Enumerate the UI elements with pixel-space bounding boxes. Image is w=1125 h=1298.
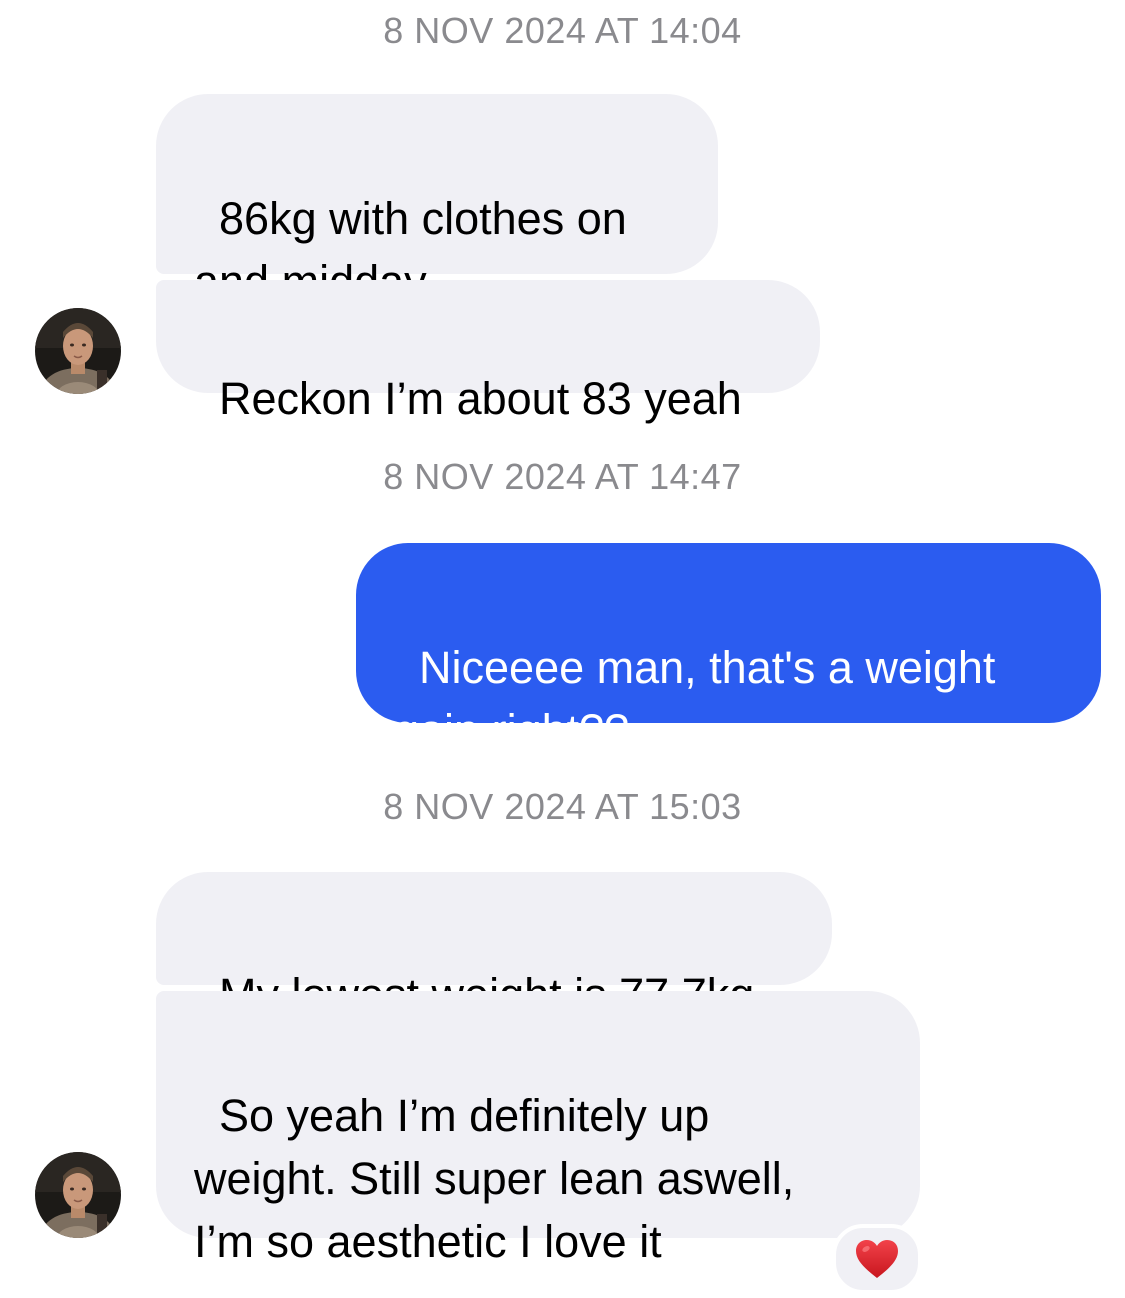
message-bubble-incoming[interactable]: My lowest weight is 77.7kg bbox=[156, 872, 832, 1020]
message-bubble-incoming[interactable]: Reckon I’m about 83 yeah bbox=[156, 280, 820, 424]
message-bubble-incoming[interactable]: So yeah I’m definitely up weight. Still … bbox=[156, 991, 920, 1267]
contact-avatar[interactable] bbox=[35, 1152, 121, 1238]
timestamp: 8 NOV 2024 AT 14:04 bbox=[383, 10, 742, 51]
message-text: So yeah I’m definitely up weight. Still … bbox=[194, 1090, 795, 1267]
timestamp: 8 NOV 2024 AT 14:47 bbox=[383, 456, 742, 497]
avatar-photo bbox=[35, 1152, 121, 1238]
message-text: Reckon I’m about 83 yeah bbox=[219, 373, 742, 424]
heart-icon bbox=[856, 1240, 898, 1278]
message-bubble-incoming[interactable]: 86kg with clothes on and midday bbox=[156, 94, 718, 307]
contact-avatar[interactable] bbox=[35, 308, 121, 394]
reaction-badge[interactable] bbox=[832, 1224, 922, 1294]
timestamp: 8 NOV 2024 AT 15:03 bbox=[383, 786, 742, 827]
avatar-photo bbox=[35, 308, 121, 394]
message-bubble-outgoing[interactable]: Niceeee man, that's a weight gain right?… bbox=[356, 543, 1101, 756]
message-text: Niceeee man, that's a weight gain right?… bbox=[394, 642, 996, 756]
